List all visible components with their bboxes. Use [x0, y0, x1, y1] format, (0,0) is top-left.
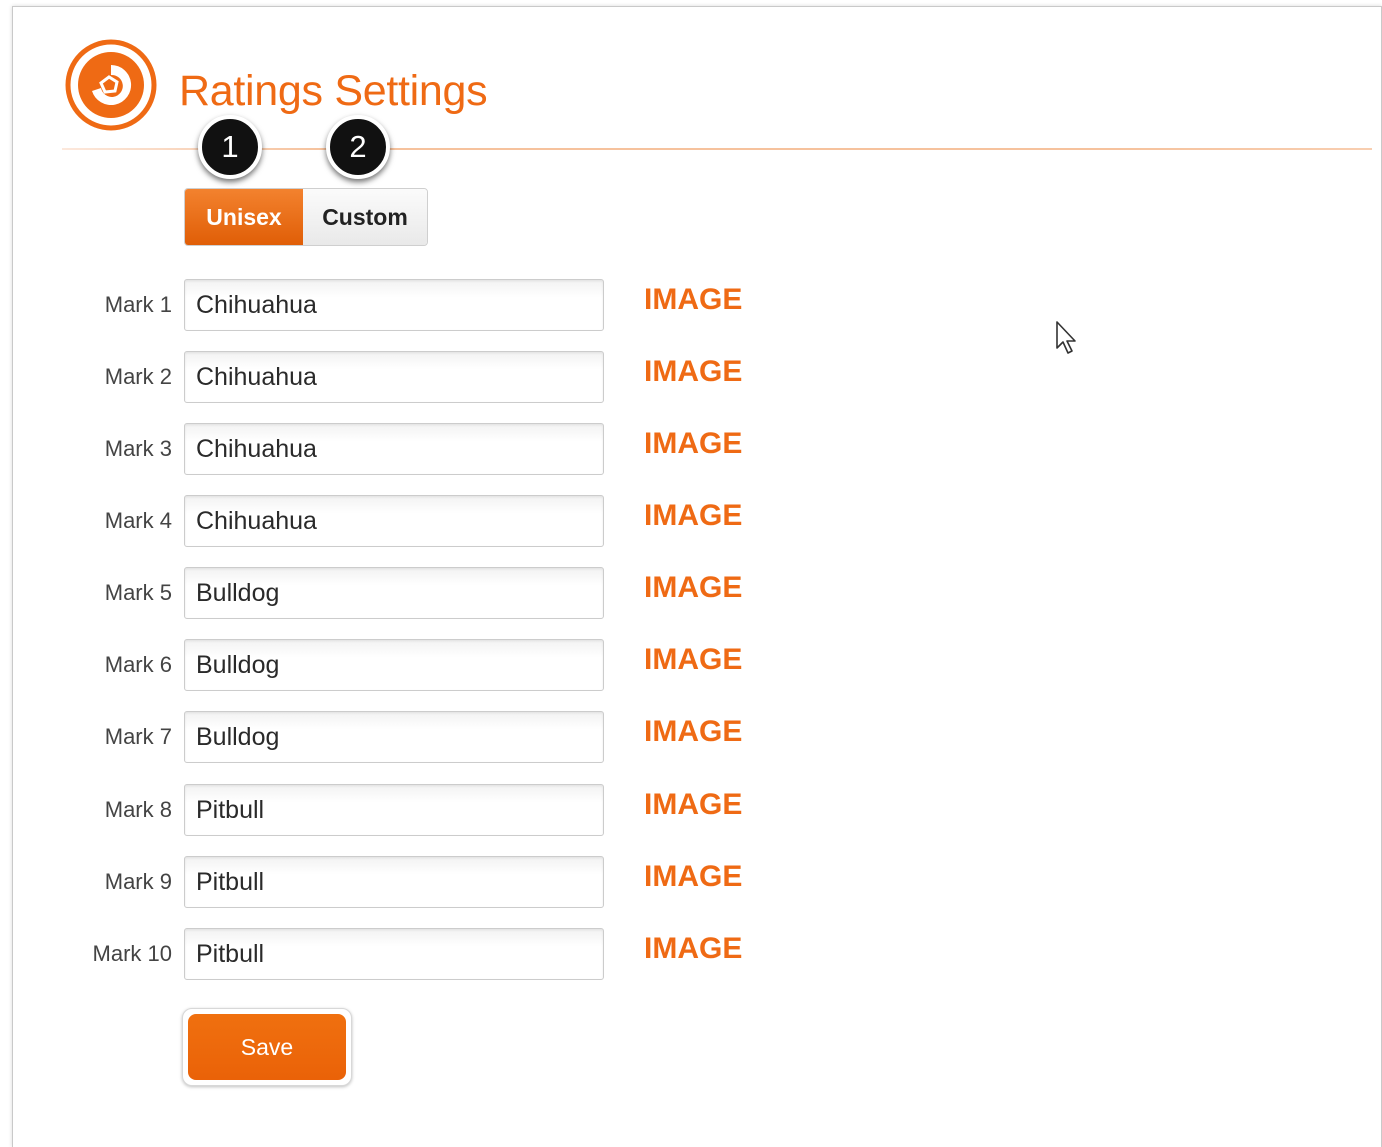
tab-unisex[interactable]: Unisex — [185, 189, 303, 245]
mark-row-9: Mark 9 IMAGE — [0, 856, 800, 908]
mark-label: Mark 4 — [104, 508, 172, 533]
mark-9-image-link[interactable]: IMAGE — [644, 860, 742, 894]
mark-3-input[interactable] — [184, 423, 604, 475]
mark-1-image-link[interactable]: IMAGE — [644, 283, 742, 317]
mark-10-input[interactable] — [184, 928, 604, 980]
tab-custom[interactable]: Custom — [303, 189, 427, 245]
mark-2-image-link[interactable]: IMAGE — [644, 355, 742, 389]
mark-row-6: Mark 6 IMAGE — [0, 639, 800, 691]
page-title: Ratings Settings — [179, 67, 488, 115]
mark-row-8: Mark 8 IMAGE — [0, 784, 800, 836]
ratings-logo-icon — [65, 39, 157, 131]
mark-row-4: Mark 4 IMAGE — [0, 495, 800, 547]
mark-row-2: Mark 2 IMAGE — [0, 351, 800, 403]
mark-label: Mark 3 — [104, 436, 172, 461]
rating-type-tabs: Unisex Custom — [184, 188, 428, 246]
mark-4-image-link[interactable]: IMAGE — [644, 499, 742, 533]
mark-label: Mark 2 — [104, 364, 172, 389]
save-button-frame: Save — [182, 1008, 352, 1086]
save-button[interactable]: Save — [188, 1014, 346, 1080]
mark-row-7: Mark 7 IMAGE — [0, 711, 800, 763]
mark-8-image-link[interactable]: IMAGE — [644, 788, 742, 822]
mark-3-image-link[interactable]: IMAGE — [644, 427, 742, 461]
mark-2-input[interactable] — [184, 351, 604, 403]
mark-label: Mark 9 — [104, 869, 172, 894]
mark-8-input[interactable] — [184, 784, 604, 836]
mark-4-input[interactable] — [184, 495, 604, 547]
mark-1-input[interactable] — [184, 279, 604, 331]
callout-badge-2: 2 — [326, 115, 390, 179]
mark-row-3: Mark 3 IMAGE — [0, 423, 800, 475]
mark-10-image-link[interactable]: IMAGE — [644, 932, 742, 966]
mark-7-input[interactable] — [184, 711, 604, 763]
mark-label: Mark 10 — [92, 941, 172, 966]
mark-7-image-link[interactable]: IMAGE — [644, 715, 742, 749]
mark-5-image-link[interactable]: IMAGE — [644, 571, 742, 605]
mark-6-input[interactable] — [184, 639, 604, 691]
mark-label: Mark 8 — [104, 797, 172, 822]
mark-row-1: Mark 1 IMAGE — [0, 279, 800, 331]
mark-6-image-link[interactable]: IMAGE — [644, 643, 742, 677]
callout-badge-1: 1 — [198, 115, 262, 179]
mark-label: Mark 1 — [104, 292, 172, 317]
mark-label: Mark 6 — [104, 652, 172, 677]
mark-row-10: Mark 10 IMAGE — [0, 928, 800, 980]
mark-row-5: Mark 5 IMAGE — [0, 567, 800, 619]
mark-label: Mark 7 — [104, 724, 172, 749]
mouse-pointer-icon — [1056, 321, 1076, 354]
mark-9-input[interactable] — [184, 856, 604, 908]
mark-label: Mark 5 — [104, 580, 172, 605]
mark-5-input[interactable] — [184, 567, 604, 619]
